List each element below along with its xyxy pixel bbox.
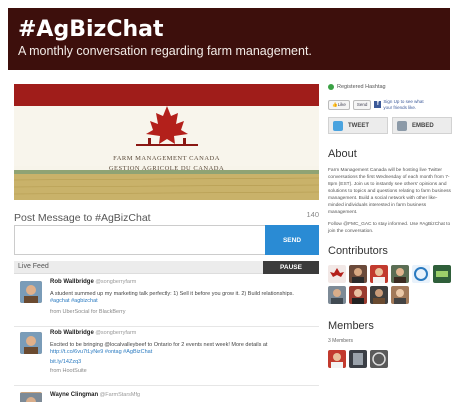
- tweet-item: Rob Wallbridge @songberryfarm Excited to…: [14, 330, 319, 386]
- member-avatar[interactable]: [349, 350, 367, 368]
- members-grid: [328, 350, 452, 368]
- registered-label: Registered Hashtag: [337, 84, 386, 90]
- page-title: #AgBizChat: [18, 17, 164, 42]
- facebook-signup-text: Sign Up to see what your friends like.: [383, 99, 424, 110]
- tweet-link[interactable]: http://t.co/6vu7tLyNe9 #ontag #AgBizChat: [50, 349, 152, 355]
- fb-send-button[interactable]: Send: [352, 99, 372, 110]
- members-count: 3 Members: [328, 338, 354, 344]
- tweet-button[interactable]: TWEET: [328, 117, 388, 134]
- fb-send-label: Send: [356, 102, 368, 107]
- hashtag-link[interactable]: #agchat #agbizchat: [50, 298, 98, 304]
- banner-org-french: GESTION AGRICOLE DU CANADA: [108, 165, 225, 172]
- members-title: Members: [328, 320, 374, 332]
- contributor-avatar[interactable]: [412, 265, 430, 283]
- compose-title: Post Message to #AgBizChat: [14, 212, 151, 224]
- contributor-avatar[interactable]: [328, 286, 346, 304]
- tweet-handle[interactable]: @songberryfarm: [95, 279, 136, 285]
- tweet-author[interactable]: Rob Wallbridge: [50, 330, 94, 336]
- sidebar: Registered Hashtag 👍 Like Send f Sign Up …: [328, 84, 452, 368]
- tweet-button-label: TWEET: [348, 122, 369, 129]
- member-avatar[interactable]: [370, 350, 388, 368]
- embed-button[interactable]: EMBED: [392, 117, 452, 134]
- contributor-avatar[interactable]: [349, 286, 367, 304]
- tweet-item: Wayne Clingman @FarmStarsMfg: [14, 390, 319, 402]
- live-feed-label: Live Feed: [18, 263, 49, 270]
- tweet-source: from HootSuite: [50, 368, 87, 374]
- tweet-handle[interactable]: @FarmStarsMfg: [100, 392, 140, 398]
- tweet-author[interactable]: Rob Wallbridge: [50, 279, 94, 285]
- contributors-title: Contributors: [328, 245, 388, 257]
- tweet-link[interactable]: bit.ly/14Zzq3: [50, 359, 81, 365]
- embed-button-label: EMBED: [412, 122, 434, 129]
- like-button[interactable]: 👍 Like: [328, 99, 350, 110]
- embed-icon: [397, 120, 407, 131]
- registered-hashtag: Registered Hashtag: [328, 84, 452, 90]
- live-feed-bar: Live Feed PAUSE: [14, 261, 319, 274]
- about-title: About: [328, 148, 357, 160]
- tweet-text: A student summed up my marketing talk pe…: [50, 290, 294, 297]
- facebook-signup[interactable]: f Sign Up to see what your friends like.: [374, 99, 431, 110]
- maple-leaf-logo-icon: [126, 104, 208, 161]
- contributor-avatar[interactable]: [349, 265, 367, 283]
- member-avatar[interactable]: [328, 350, 346, 368]
- page-header: #AgBizChat A monthly conversation regard…: [8, 8, 450, 70]
- send-button[interactable]: SEND: [265, 225, 319, 255]
- banner-image: FARM MANAGEMENT CANADA GESTION AGRICOLE …: [14, 84, 319, 200]
- char-counter: 140: [306, 210, 319, 219]
- pause-button[interactable]: PAUSE: [263, 261, 319, 274]
- tweet-text: Excited to be bringing @localvalleybeef …: [50, 341, 268, 348]
- contributors-grid: [328, 265, 452, 304]
- message-input[interactable]: [15, 226, 265, 254]
- avatar[interactable]: [20, 332, 42, 354]
- tweet-item: Rob Wallbridge @songberryfarm A student …: [14, 279, 319, 327]
- avatar[interactable]: [20, 392, 42, 402]
- social-row: 👍 Like Send f Sign Up to see what your fr…: [328, 98, 452, 111]
- contributor-avatar[interactable]: [391, 286, 409, 304]
- about-paragraph: Farm Management Canada will be hosting l…: [328, 168, 451, 215]
- compose-header: Post Message to #AgBizChat 140: [14, 208, 319, 224]
- avatar[interactable]: [20, 281, 42, 303]
- tweet-handle[interactable]: @songberryfarm: [95, 330, 136, 336]
- contributor-avatar[interactable]: [370, 265, 388, 283]
- tweet-source: from UberSocial for BlackBerry: [50, 308, 126, 315]
- contributor-avatar[interactable]: [433, 265, 451, 283]
- like-label: Like: [337, 102, 346, 107]
- share-buttons: TWEET EMBED: [328, 117, 452, 134]
- check-icon: [328, 84, 334, 90]
- about-text: Farm Management Canada will be hosting l…: [328, 167, 452, 235]
- about-follow-text: Follow @FMC_GAC to stay informed. Use #A…: [328, 222, 451, 234]
- facebook-icon: f: [374, 101, 382, 108]
- contributor-avatar[interactable]: [391, 265, 409, 283]
- contributor-avatar[interactable]: [328, 265, 346, 283]
- twitter-bird-icon: [333, 120, 343, 131]
- banner-org-english: FARM MANAGEMENT CANADA: [113, 155, 220, 162]
- page-subtitle: A monthly conversation regarding farm ma…: [18, 44, 312, 58]
- compose-box: SEND: [14, 225, 319, 255]
- tweet-author[interactable]: Wayne Clingman: [50, 392, 98, 398]
- contributor-avatar[interactable]: [370, 286, 388, 304]
